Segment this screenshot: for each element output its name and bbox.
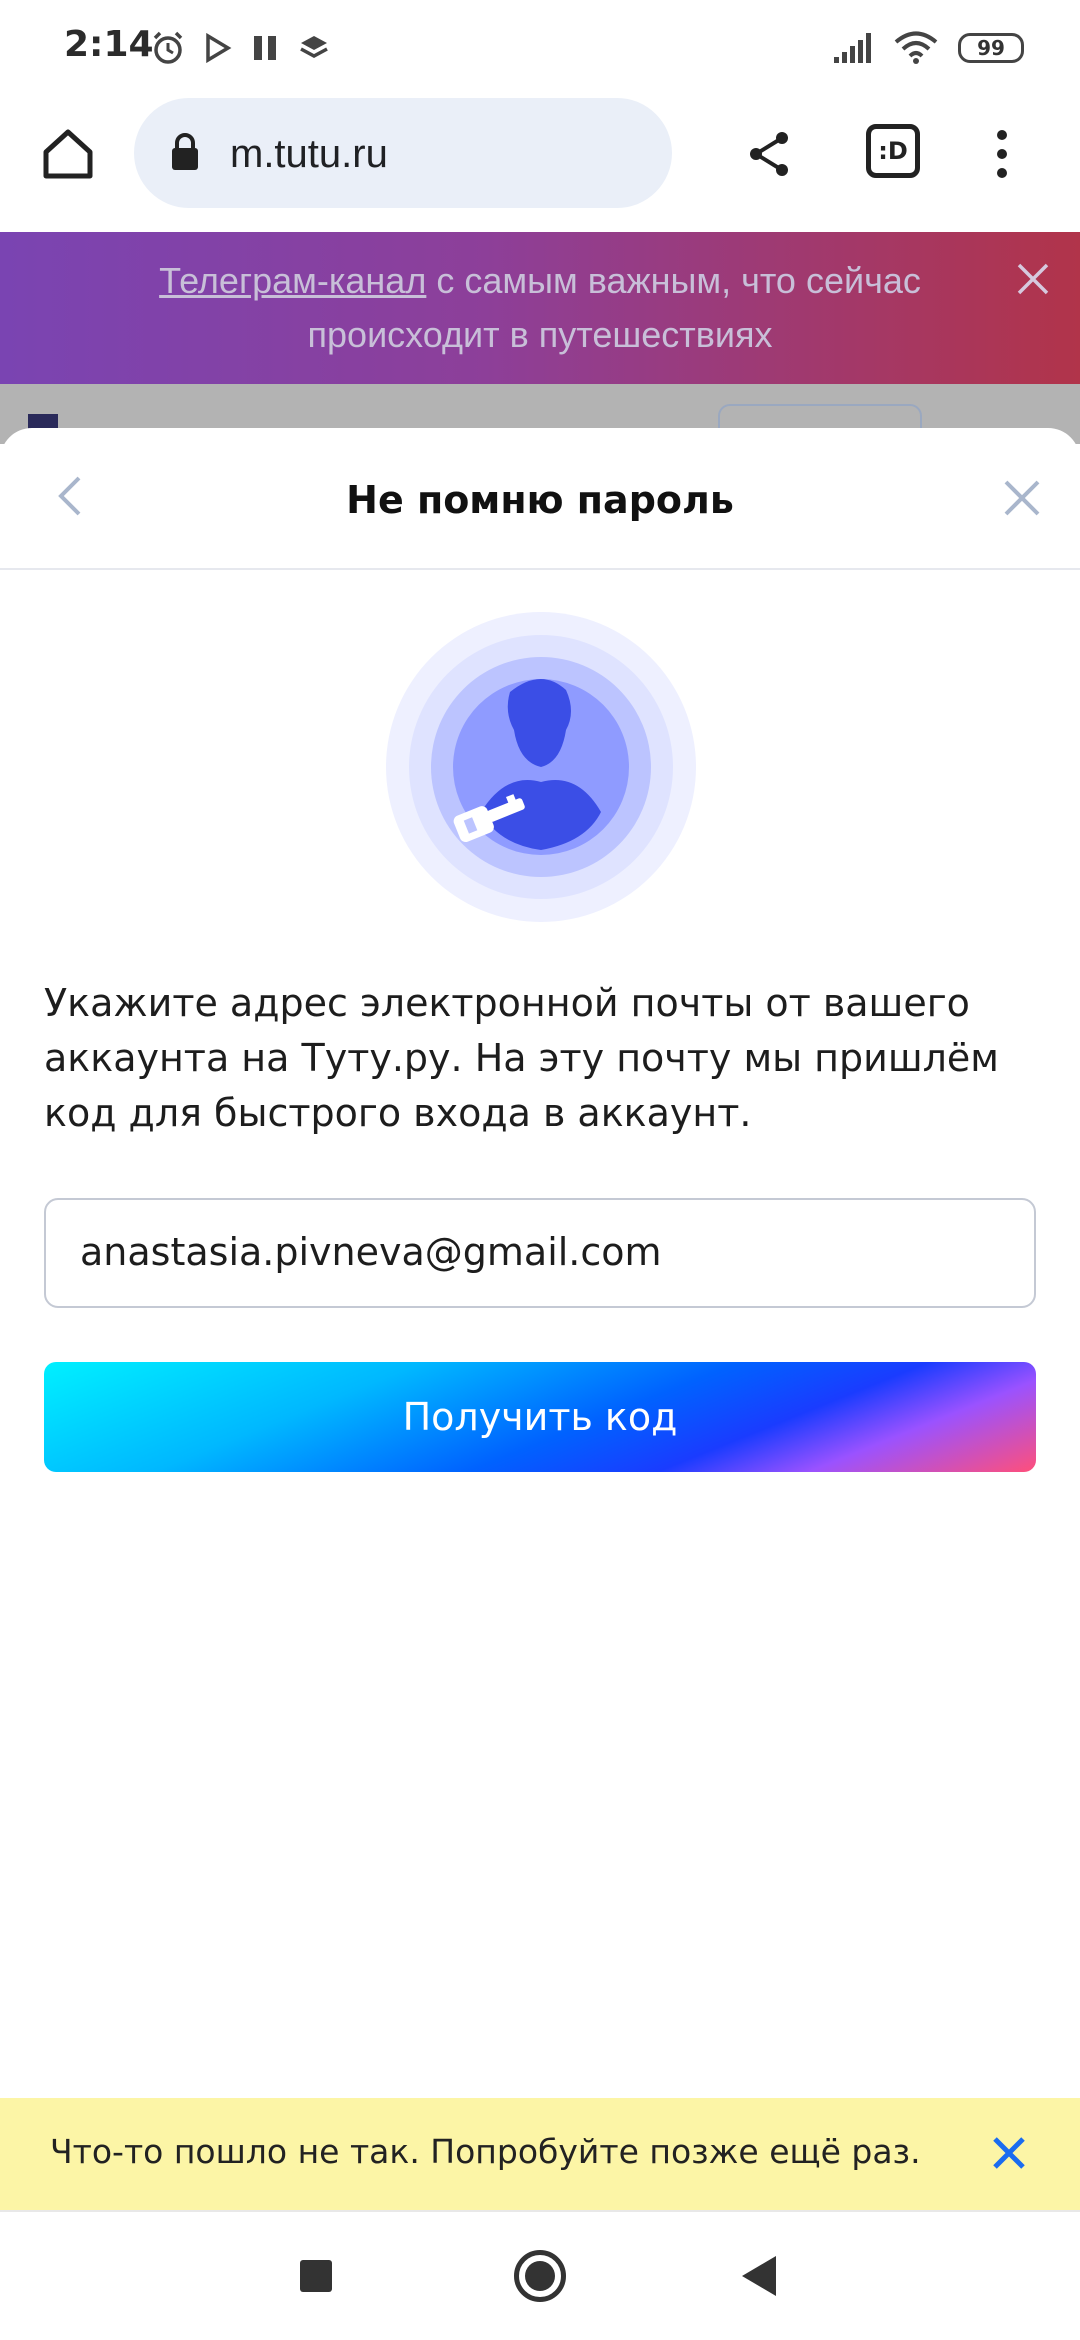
recents-button[interactable]	[300, 2260, 332, 2292]
account-key-illustration	[386, 612, 696, 922]
pause-icon	[254, 36, 276, 60]
forgot-password-sheet: Не помню пароль Укажите адрес электронно…	[0, 428, 1080, 2340]
address-bar[interactable]: m.tutu.ru	[134, 98, 672, 208]
wifi-icon	[894, 31, 938, 64]
status-notification-icons	[150, 28, 330, 68]
home-icon	[43, 129, 93, 179]
url-text: m.tutu.ru	[230, 132, 388, 176]
lock-icon	[172, 133, 198, 170]
error-toast: Что-то пошло не так. Попробуйте позже ещ…	[0, 2098, 1080, 2210]
email-value: anastasia.pivneva@gmail.com	[80, 1230, 662, 1274]
toast-close-button[interactable]	[984, 2128, 1034, 2178]
close-icon	[1017, 263, 1049, 295]
close-icon	[993, 2137, 1025, 2169]
sheet-header: Не помню пароль	[0, 428, 1080, 570]
more-vert-icon	[997, 130, 1007, 178]
close-icon	[1004, 480, 1040, 516]
home-nav-button[interactable]	[514, 2250, 566, 2302]
status-bar: 2:14 99	[0, 0, 1080, 96]
instruction-text: Укажите адрес электронной почты от вашег…	[44, 981, 999, 1135]
email-field[interactable]: anastasia.pivneva@gmail.com	[44, 1198, 1036, 1308]
more-menu-button[interactable]	[986, 122, 1018, 186]
play-store-icon	[206, 33, 232, 63]
share-icon	[750, 132, 788, 176]
layers-icon	[300, 36, 328, 58]
sheet-title: Не помню пароль	[346, 478, 734, 522]
home-button[interactable]	[36, 122, 100, 186]
get-code-button[interactable]: Получить код	[44, 1362, 1036, 1472]
signal-icon	[834, 33, 871, 63]
browser-toolbar: m.tutu.ru :D	[0, 96, 1080, 232]
telegram-promo-banner: Телеграм-канал с самым важным, что сейча…	[0, 232, 1080, 384]
telegram-channel-link[interactable]: Телеграм-канал	[159, 260, 426, 301]
home-nav-icon	[525, 2261, 555, 2291]
back-nav-button[interactable]	[742, 2256, 776, 2296]
alarm-icon	[153, 31, 183, 64]
status-system-icons: 99	[832, 28, 1024, 68]
battery-icon: 99	[958, 33, 1024, 63]
share-button[interactable]	[738, 122, 802, 186]
error-message: Что-то пошло не так. Попробуйте позже ещ…	[50, 2132, 921, 2171]
promo-text: Телеграм-канал с самым важным, что сейча…	[80, 254, 1000, 362]
system-navigation-bar	[0, 2210, 1080, 2340]
promo-close-button[interactable]	[1008, 254, 1058, 304]
sheet-close-button[interactable]	[996, 472, 1048, 524]
status-time: 2:14	[64, 24, 154, 65]
get-code-label: Получить код	[402, 1395, 678, 1439]
tabs-button[interactable]: :D	[866, 124, 920, 178]
